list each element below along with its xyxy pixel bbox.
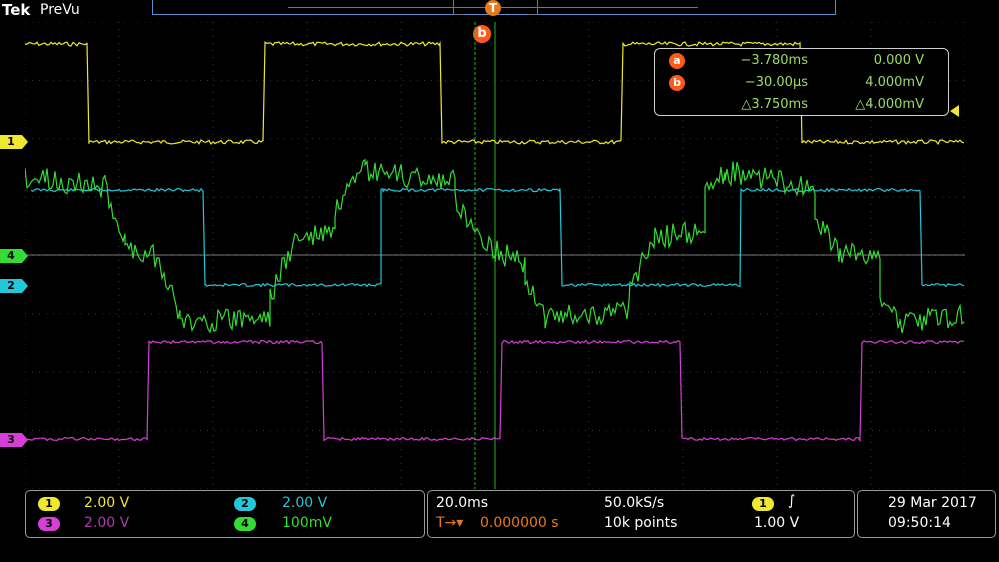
ch1-ground-marker[interactable]: 1 [0,135,28,149]
ch3-badge: 3 [38,517,60,531]
trigger-level-marker[interactable] [950,105,959,117]
status-bar: 1 2.00 V 2 2.00 V 3 2.00 V 4 100mV 20.0m… [0,490,999,562]
ch3-ground-marker[interactable]: 3 [0,433,28,447]
cursor-a-volt: 0.000 V [873,53,924,68]
cursor-delta-row: △3.750ms △4.000mV [655,95,948,115]
time-display: 09:50:14 [888,515,951,531]
brand-logo: Tek [2,1,31,19]
ch2-ground-marker[interactable]: 2 [0,279,28,293]
ch2-badge: 2 [234,497,256,511]
ch2-waveform [30,187,965,288]
ch1-scale[interactable]: 2.00 V [84,495,129,511]
trigger-delay-icon: T→▾ [436,515,464,531]
cursor-delta-volt: △4.000mV [855,97,924,112]
ch3-scale[interactable]: 2.00 V [84,515,129,531]
trigger-delay[interactable]: 0.000000 s [480,515,559,531]
ch4-ground-marker[interactable]: 4 [0,249,28,263]
trigger-level[interactable]: 1.00 V [754,515,799,531]
rising-edge-icon: ∫ [788,493,796,509]
horizontal-trigger-panel[interactable]: 20.0ms T→▾ 0.000000 s 50.0kS/s 10k point… [427,490,855,538]
datetime-panel: 29 Mar 2017 09:50:14 [857,490,996,538]
cursor-a-time: −3.780ms [740,53,808,68]
cursor-readout: a −3.780ms 0.000 V b −30.00µs 4.000mV △3… [654,48,949,116]
ch4-scale[interactable]: 100mV [282,515,332,531]
ch4-badge: 4 [234,517,256,531]
channel-scale-panel[interactable]: 1 2.00 V 2 2.00 V 3 2.00 V 4 100mV [25,490,425,538]
sample-rate: 50.0kS/s [604,495,665,511]
ch2-scale[interactable]: 2.00 V [282,495,327,511]
cursor-b-row: b −30.00µs 4.000mV [655,73,948,93]
acquisition-mode: PreVu [40,2,80,18]
screen-bracket-left [453,0,464,15]
trigger-position-marker[interactable]: T [485,0,501,16]
cursor-a-badge: a [669,53,685,69]
ch1-badge: 1 [38,497,60,511]
screen-bracket-right [527,0,538,15]
cursor-b-volt: 4.000mV [865,75,924,90]
timebase-scale[interactable]: 20.0ms [436,495,488,511]
top-bar: Tek PreVu T [0,0,999,22]
date-display: 29 Mar 2017 [888,495,977,511]
cursor-b-time: −30.00µs [744,75,808,90]
record-length: 10k points [604,515,678,531]
cursor-delta-time: △3.750ms [741,97,808,112]
trigger-source-badge[interactable]: 1 [752,497,774,511]
cursor-b-badge: b [669,75,685,91]
cursor-a-row: a −3.780ms 0.000 V [655,51,948,71]
